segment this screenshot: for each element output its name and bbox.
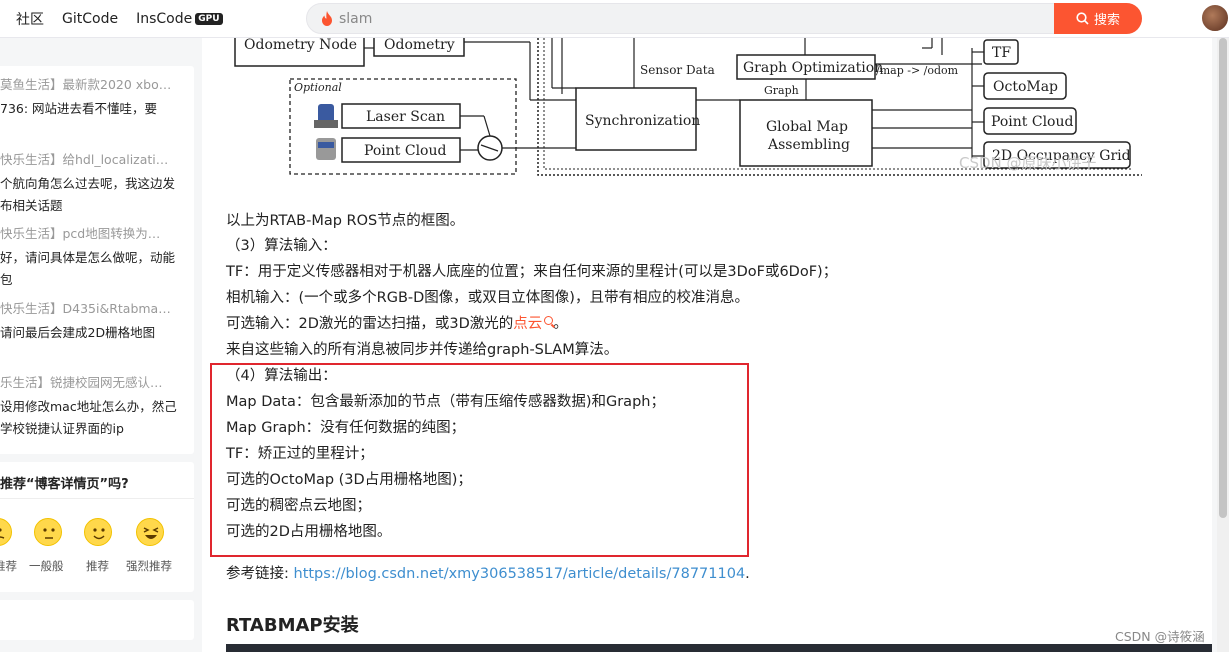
comment-item[interactable]: 莫鱼生活】最新款2020 xbo… 736: 网站进去看不懂哇，要 — [0, 76, 186, 120]
paragraph: 可选的稠密点云地图； — [226, 498, 371, 514]
paragraph: 可选输入：2D激光的雷达扫描，或3D激光的点云。 — [226, 311, 568, 337]
diagram-watermark: CSDN @原味小饼干 — [959, 154, 1097, 172]
comment-body: 设用修改mac地址怎么办，然己学校锐捷认证界面的ip — [0, 399, 177, 436]
rating-great-icon[interactable] — [136, 518, 164, 546]
keyword-link-label: 点云 — [513, 316, 543, 332]
paragraph: 可选的OctoMap (3D占用栅格地图)； — [226, 472, 472, 488]
diagram-label: Optional — [294, 81, 342, 94]
paragraph: 以上为RTAB-Map ROS节点的框图。 — [226, 213, 465, 229]
comment-item[interactable]: 快乐生活】给hdl_localizati… 个航向角怎么过去呢，我这边发布相关话… — [0, 151, 186, 217]
diagram-label: Synchronization — [585, 113, 700, 129]
rating-bad-icon[interactable] — [0, 518, 12, 546]
rating-label[interactable]: 推荐 — [0, 558, 17, 574]
text-span: 可选输入：2D激光的雷达扫描，或3D激光的 — [226, 316, 514, 332]
nav-gitcode[interactable]: GitCode — [62, 11, 118, 27]
rating-label[interactable]: 强烈推荐 — [126, 558, 172, 574]
top-nav: 社区 GitCode InsCode GPU — [16, 0, 223, 38]
diagram-label: Graph Optimization — [743, 60, 883, 76]
paragraph: Map Graph：没有任何数据的纯图； — [226, 420, 466, 436]
recommend-question: 推荐“博客详情页”吗? — [0, 477, 129, 492]
diagram-label: Sensor Data — [640, 63, 715, 77]
sidebar-card — [0, 600, 194, 640]
paragraph: TF：用于定义传感器相对于机器人底座的位置；来自任何来源的里程计(可以是3DoF… — [226, 264, 838, 280]
diagram-label: Point Cloud — [991, 114, 1073, 130]
section-heading: RTABMAP安装 — [226, 615, 359, 636]
nav-inscode-label: InsCode — [136, 11, 193, 27]
scroll-thumb[interactable] — [1219, 38, 1227, 518]
paragraph: Map Data：包含最新添加的节点（带有压缩传感器数据)和Graph； — [226, 394, 665, 410]
comment-title[interactable]: 莫鱼生活】最新款2020 xbo… — [0, 76, 178, 94]
comment-body: 个航向角怎么过去呢，我这边发布相关话题 — [0, 176, 176, 213]
paragraph: 可选的2D占用栅格地图。 — [226, 524, 392, 540]
top-bar: 社区 GitCode InsCodeGPU 搜索 — [0, 0, 1229, 38]
comment-body: 请问最后会建成2D栅格地图 — [0, 325, 156, 340]
rating-neutral-icon[interactable] — [34, 518, 62, 546]
rating-label[interactable]: 一般般 — [29, 558, 64, 574]
recent-comments-card: 莫鱼生活】最新款2020 xbo… 736: 网站进去看不懂哇，要 快乐生活】给… — [0, 66, 194, 454]
paragraph: 来自这些输入的所有消息被同步并传递给graph-SLAM算法。 — [226, 342, 619, 358]
reference-link[interactable]: https://blog.csdn.net/xmy306538517/artic… — [294, 566, 746, 582]
diagram-label: /map -> /odom — [876, 64, 959, 77]
nav-inscode[interactable]: InsCode GPU — [136, 11, 223, 27]
divider — [0, 498, 194, 499]
comment-body: 736: 网站进去看不懂哇，要 — [0, 101, 158, 116]
diagram-label: Graph — [764, 84, 799, 97]
gpu-badge: GPU — [195, 13, 223, 25]
text-span: . — [745, 566, 750, 582]
diagram-label: Odometry Node — [244, 38, 357, 53]
diagram-label: Global Map — [766, 119, 848, 135]
reference-paragraph: 参考链接: https://blog.csdn.net/xmy306538517… — [226, 561, 750, 587]
code-block[interactable] — [226, 644, 1212, 652]
nav-community[interactable]: 社区 — [16, 9, 44, 29]
paragraph: （3）算法输入： — [226, 238, 337, 254]
search-icon — [544, 316, 554, 325]
user-avatar[interactable] — [1200, 3, 1229, 33]
diagram-label: TF — [992, 45, 1011, 61]
paragraph: TF：矫正过的里程计； — [226, 446, 374, 462]
diagram-label: Assembling — [767, 137, 850, 153]
search-bar: 搜索 — [306, 3, 1142, 34]
comment-title[interactable]: 乐生活】锐捷校园网无感认… — [0, 374, 178, 392]
footer-watermark: CSDN @诗筱涵 — [1115, 629, 1205, 644]
comment-item[interactable]: 乐生活】锐捷校园网无感认… 设用修改mac地址怎么办，然己学校锐捷认证界面的ip — [0, 374, 186, 440]
article-content: Odometry Node Odometry Optional Laser Sc… — [202, 38, 1212, 652]
rating-good-icon[interactable] — [84, 518, 112, 546]
search-icon — [1076, 12, 1089, 25]
comment-item[interactable]: 快乐生活】pcd地图转换为… 好，请问具体是怎么做呢，动能包 — [0, 225, 186, 291]
diagram-label: Laser Scan — [366, 109, 445, 125]
keyword-link[interactable]: 点云 — [513, 316, 554, 332]
reference-label: 参考链接: — [226, 566, 294, 582]
flame-icon — [322, 11, 332, 26]
comment-body: 好，请问具体是怎么做呢，动能包 — [0, 250, 176, 287]
comment-item[interactable]: 快乐生活】D435i&Rtabma… 请问最后会建成2D栅格地图 — [0, 300, 186, 344]
diagram-label: Point Cloud — [364, 143, 446, 159]
paragraph: 相机输入：(一个或多个RGB-D图像，或双目立体图像)，且带有相应的校准消息。 — [226, 290, 749, 306]
scrollbar[interactable] — [1217, 38, 1229, 652]
comment-title[interactable]: 快乐生活】给hdl_localizati… — [0, 151, 178, 169]
comment-title[interactable]: 快乐生活】pcd地图转换为… — [0, 225, 178, 243]
diagram-label: Odometry — [384, 38, 455, 53]
comment-title[interactable]: 快乐生活】D435i&Rtabma… — [0, 300, 178, 318]
search-button[interactable]: 搜索 — [1054, 3, 1142, 34]
text-span: 。 — [553, 316, 568, 332]
paragraph: （4）算法输出： — [226, 368, 337, 384]
recommend-card: 推荐“博客详情页”吗? 推荐 一般般 推荐 强烈推荐 — [0, 462, 194, 592]
diagram-label: OctoMap — [993, 79, 1058, 95]
search-button-label: 搜索 — [1093, 13, 1120, 28]
rating-label[interactable]: 推荐 — [86, 558, 109, 574]
search-input[interactable] — [339, 8, 1039, 30]
